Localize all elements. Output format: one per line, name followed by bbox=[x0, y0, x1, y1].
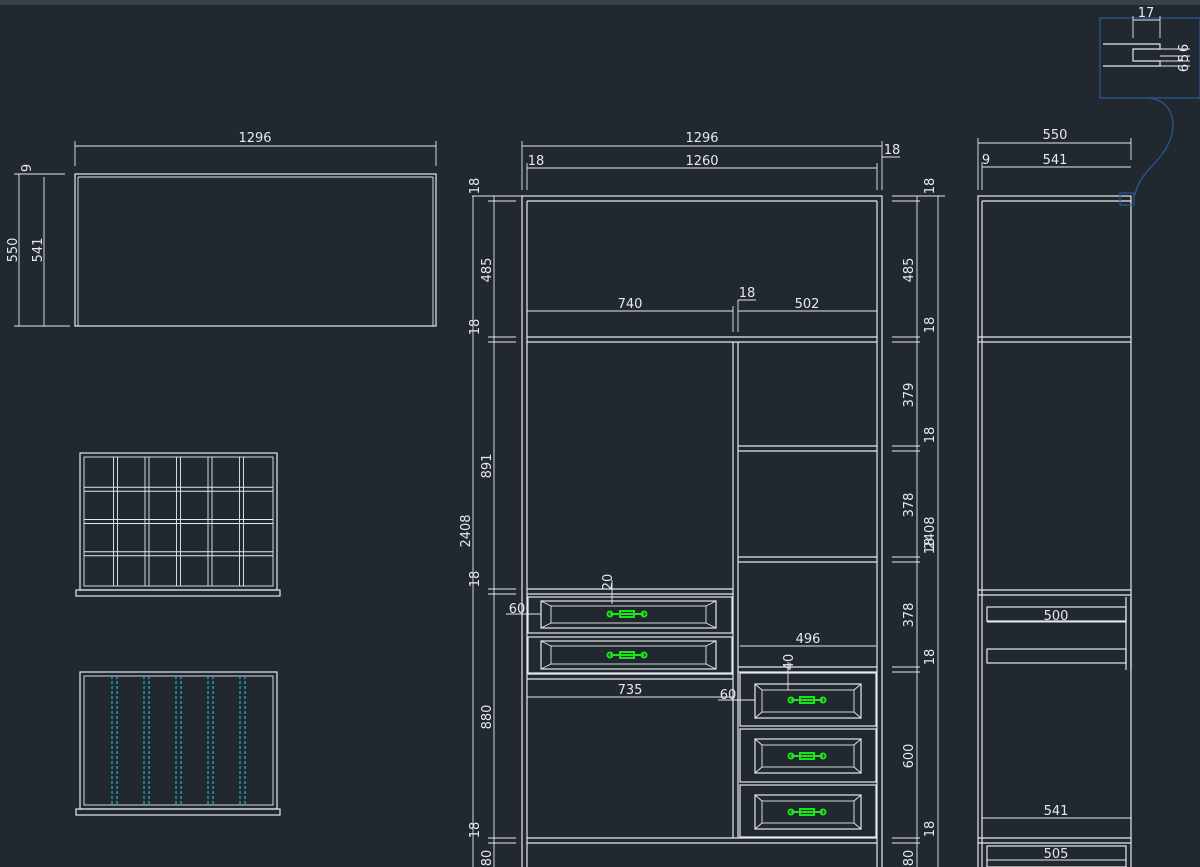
front-w496-label: 496 bbox=[796, 632, 821, 647]
left-drawer-2[interactable] bbox=[527, 636, 733, 674]
side-thick-label: 9 bbox=[982, 153, 990, 168]
top-view-depth-inner-label: 541 bbox=[31, 238, 46, 263]
drawer-handle-icon bbox=[606, 610, 648, 618]
front-h485-label: 485 bbox=[480, 258, 495, 283]
front-view: 1296 1260 18 18 740 502 18 735 496 20 60… bbox=[459, 131, 945, 867]
front-width-label: 1296 bbox=[685, 131, 718, 146]
front-bottom18-label: 18 bbox=[468, 822, 483, 839]
top-view-depth-total-label: 550 bbox=[6, 238, 21, 263]
top-view: 1296 550 541 9 bbox=[6, 131, 437, 327]
side-depth-label: 550 bbox=[1043, 128, 1068, 143]
side-drawer500-label: 500 bbox=[1044, 609, 1069, 624]
front-w740-label: 740 bbox=[618, 297, 643, 312]
front-plinth80-label: 80 bbox=[480, 850, 495, 867]
right-bottom18-label: 18 bbox=[923, 821, 938, 838]
front-h891-label: 891 bbox=[480, 454, 495, 479]
front-right-side-label: 18 bbox=[884, 143, 901, 158]
drawer-handle-icon bbox=[787, 696, 827, 704]
front-drawer-60a-label: 60 bbox=[509, 602, 526, 617]
front-total-height-label: 2408 bbox=[459, 514, 474, 547]
front-top-panel-label: 18 bbox=[468, 178, 483, 195]
divider-tray-view bbox=[75, 671, 281, 816]
right-h378b-label: 378 bbox=[902, 603, 917, 628]
grid-tray-view bbox=[75, 452, 281, 597]
front-inner-width-label: 1260 bbox=[685, 154, 718, 169]
front-divider-18-label: 18 bbox=[739, 286, 756, 301]
side-view: 500 541 505 550 541 9 bbox=[977, 128, 1132, 867]
right-plinth80-label: 80 bbox=[902, 850, 917, 867]
side-inner-label: 541 bbox=[1043, 153, 1068, 168]
detail-6-label: 6 bbox=[1177, 44, 1192, 52]
drawer-handle-icon bbox=[606, 651, 648, 659]
front-left-side-label: 18 bbox=[528, 154, 545, 169]
top-view-thick-label: 9 bbox=[20, 164, 35, 172]
front-h880-label: 880 bbox=[480, 705, 495, 730]
side-bottom541-label: 541 bbox=[1044, 804, 1069, 819]
right-shelf18d-label: 18 bbox=[923, 649, 938, 666]
front-shelf18b-label: 18 bbox=[468, 571, 483, 588]
top-window-edge bbox=[0, 0, 1200, 5]
right-h600-label: 600 bbox=[902, 744, 917, 769]
cad-drawing-canvas[interactable]: 1296 550 541 9 1296 1260 18 18 740 502 1… bbox=[0, 0, 1200, 867]
top-view-outline bbox=[74, 173, 437, 327]
front-shelf18a-label: 18 bbox=[468, 319, 483, 336]
detail-17-label: 17 bbox=[1138, 6, 1155, 21]
detail-6b-label: 6 bbox=[1177, 64, 1192, 72]
right-shelf18b-label: 18 bbox=[923, 427, 938, 444]
right-shelf18a-label: 18 bbox=[923, 317, 938, 334]
detail-5-label: 5 bbox=[1177, 54, 1192, 62]
right-drawer-3[interactable] bbox=[739, 784, 877, 838]
drawer-handle-icon bbox=[787, 808, 827, 816]
left-drawer-1[interactable] bbox=[527, 596, 733, 634]
detail-callout: 17 6 5 6 bbox=[1099, 6, 1200, 206]
front-drawer-20-label: 20 bbox=[601, 574, 616, 591]
right-h485-label: 485 bbox=[902, 258, 917, 283]
front-w502-label: 502 bbox=[795, 297, 820, 312]
right-drawer-2[interactable] bbox=[739, 728, 877, 783]
drawer-handle-icon bbox=[787, 752, 827, 760]
right-drawer-1[interactable] bbox=[739, 672, 877, 727]
right-top18-label: 18 bbox=[923, 178, 938, 195]
top-view-width-label: 1296 bbox=[238, 131, 271, 146]
front-drawer-40-label: 40 bbox=[782, 654, 797, 671]
front-drawer-60b-label: 60 bbox=[720, 688, 737, 703]
right-h379-label: 379 bbox=[902, 383, 917, 408]
right-shelf18c-label: 18 bbox=[923, 538, 938, 555]
right-h378a-label: 378 bbox=[902, 493, 917, 518]
front-w735-label: 735 bbox=[618, 683, 643, 698]
side-bottom505-label: 505 bbox=[1044, 847, 1069, 862]
